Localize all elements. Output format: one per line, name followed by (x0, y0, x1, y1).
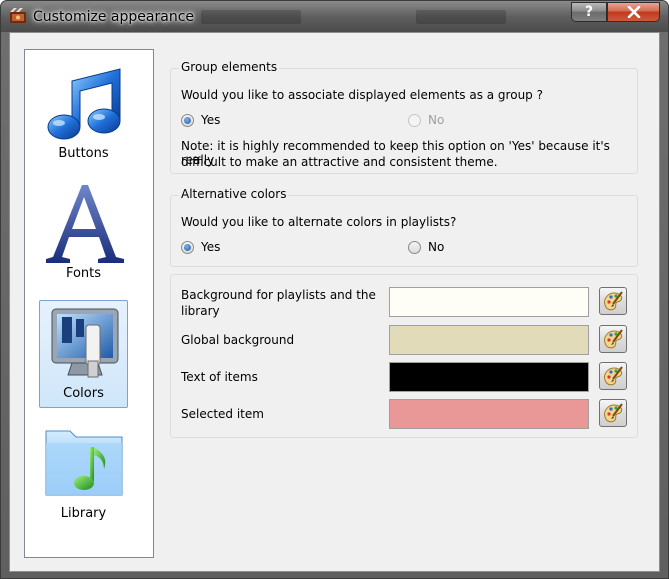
radio-label: No (428, 240, 445, 254)
group-elements-no-radio: No (408, 113, 444, 127)
close-button[interactable] (607, 2, 660, 22)
close-icon (627, 6, 640, 18)
alternative-colors-title: Alternative colors (179, 187, 289, 201)
background-ghost (201, 10, 301, 24)
group-elements-yes-radio[interactable]: Yes (181, 113, 220, 127)
color-swatch[interactable] (389, 362, 589, 392)
color-row-global-background: Global background (181, 325, 636, 359)
music-note-icon (47, 68, 120, 140)
sidebar-item-fonts[interactable]: Fonts (39, 180, 128, 288)
color-picker-button[interactable] (599, 362, 627, 390)
color-row-selected-item: Selected item (181, 399, 636, 433)
dialog-client-area: Buttons Fonts Colors Library Group eleme… (9, 32, 660, 572)
help-button[interactable]: ? (571, 2, 607, 22)
color-label: Global background (181, 333, 295, 347)
color-picker-button[interactable] (599, 287, 627, 315)
radio-label: No (428, 113, 445, 127)
color-picker-button[interactable] (599, 325, 627, 353)
color-swatch[interactable] (389, 287, 589, 317)
color-label: Selected item (181, 407, 264, 421)
color-picker-button[interactable] (599, 399, 627, 427)
radio-unselected-icon (408, 113, 421, 127)
alternative-colors-yes-radio[interactable]: Yes (181, 240, 220, 254)
palette-brush-icon (604, 403, 623, 423)
category-sidebar: Buttons Fonts Colors Library (24, 49, 154, 558)
palette-brush-icon (604, 291, 623, 311)
color-swatch[interactable] (389, 399, 589, 429)
group-elements-note-line2: difficult to make an attractive and cons… (181, 155, 498, 169)
folder-music-icon (45, 430, 122, 496)
sidebar-item-label: Buttons (58, 146, 109, 161)
alternative-colors-section: Alternative colors Would you like to alt… (170, 187, 638, 267)
monitor-paint-icon (51, 308, 118, 378)
color-label-line1: Background for playlists and the (181, 288, 376, 302)
radio-label: Yes (201, 113, 221, 127)
alternative-colors-no-radio[interactable]: No (408, 240, 444, 254)
palette-brush-icon (604, 329, 623, 349)
color-row-playlist-background: Background for playlists and the library (181, 287, 636, 321)
color-label-line2: library (181, 304, 220, 318)
alternative-colors-question: Would you like to alternate colors in pl… (181, 215, 457, 229)
window-title: Customize appearance (33, 9, 194, 25)
color-label: Background for playlists and the library (181, 287, 381, 319)
sidebar-item-buttons[interactable]: Buttons (39, 60, 128, 168)
radio-selected-icon (181, 113, 194, 127)
sidebar-item-label: Library (60, 506, 107, 521)
color-swatch[interactable] (389, 325, 589, 355)
title-bar[interactable]: Customize appearance ? (1, 1, 668, 32)
group-elements-section: Group elements Would you like to associa… (170, 60, 638, 174)
background-ghost (416, 10, 506, 24)
colors-section: Background for playlists and the library… (170, 274, 638, 438)
color-label: Text of items (181, 370, 258, 384)
group-elements-title: Group elements (179, 60, 280, 74)
color-row-text-of-items: Text of items (181, 362, 636, 396)
sidebar-item-label: Colors (63, 386, 104, 401)
customize-appearance-window: Customize appearance ? Buttons Fonts Col… (0, 0, 669, 579)
app-icon (10, 8, 26, 23)
sidebar-item-label: Fonts (65, 266, 102, 281)
radio-selected-icon (181, 240, 194, 254)
letter-a-icon (45, 185, 124, 263)
sidebar-item-library[interactable]: Library (39, 420, 128, 528)
radio-unselected-icon (408, 240, 421, 254)
sidebar-item-colors[interactable]: Colors (39, 300, 128, 408)
radio-label: Yes (201, 240, 221, 254)
group-elements-question: Would you like to associate displayed el… (181, 88, 543, 102)
help-icon: ? (584, 4, 594, 20)
palette-brush-icon (604, 366, 623, 386)
